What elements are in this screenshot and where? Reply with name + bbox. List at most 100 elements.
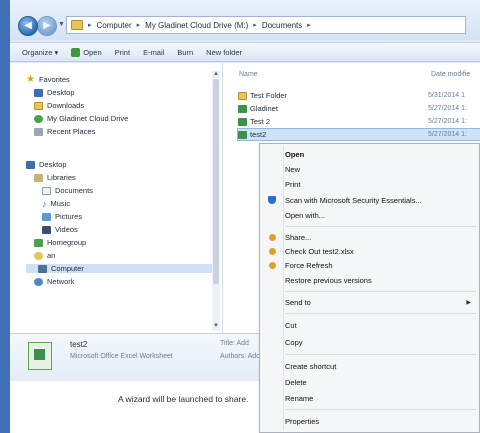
chevron-right-icon[interactable]: ▸ <box>137 21 141 29</box>
breadcrumb-computer[interactable]: Computer <box>97 21 132 30</box>
nav-gladinet-drive[interactable]: My Gladinet Cloud Drive <box>34 114 128 123</box>
nav-scrollbar[interactable]: ▲ ▼ <box>212 71 220 331</box>
details-file-name: test2 <box>70 340 88 349</box>
pictures-icon <box>42 212 51 221</box>
chevron-right-icon[interactable]: ▸ <box>253 21 257 29</box>
breadcrumb-drive[interactable]: My Gladinet Cloud Drive (M:) <box>145 21 248 30</box>
excel-icon <box>71 47 81 57</box>
scrollbar-thumb[interactable] <box>213 79 219 284</box>
menu-separator <box>286 226 476 227</box>
excel-icon <box>34 349 45 360</box>
nav-pictures[interactable]: Pictures <box>42 212 82 221</box>
nav-label: Music <box>50 199 71 208</box>
cloud-drive-icon <box>34 114 43 123</box>
nav-libraries[interactable]: Libraries <box>34 173 76 182</box>
sharepoint-icon <box>268 233 276 241</box>
menu-item-check-out[interactable]: Check Out test2.xlsx <box>260 245 479 257</box>
user-icon <box>34 251 43 260</box>
column-header-date[interactable]: Date modifie <box>431 71 470 78</box>
music-icon: ♪ <box>42 198 47 209</box>
menu-item-share[interactable]: Share... <box>260 231 479 243</box>
nav-computer[interactable]: Computer <box>26 264 212 273</box>
menu-item-force-refresh[interactable]: Force Refresh <box>260 259 479 271</box>
nav-desktop-favorite[interactable]: Desktop <box>34 88 75 97</box>
submenu-arrow-icon: ▶ <box>466 299 471 306</box>
burn-button[interactable]: Burn <box>177 48 193 57</box>
nav-label: Downloads <box>47 101 85 110</box>
nav-videos[interactable]: Videos <box>42 225 78 234</box>
homegroup-icon <box>34 238 43 247</box>
menu-item-restore[interactable]: Restore previous versions <box>260 274 479 286</box>
folder-icon <box>71 20 83 30</box>
shield-icon <box>268 196 276 204</box>
menu-item-open[interactable]: Open <box>260 148 479 160</box>
menu-item-cut[interactable]: Cut <box>260 319 479 331</box>
menu-item-copy[interactable]: Copy <box>260 336 479 348</box>
nav-label: Computer <box>51 264 84 273</box>
menu-item-print[interactable]: Print <box>260 178 479 190</box>
menu-item-new[interactable]: New <box>260 163 479 175</box>
print-button[interactable]: Print <box>115 48 130 57</box>
file-date: 5/31/2014 1 <box>428 92 465 99</box>
address-row: ◀ ▶ ▼ ▸ Computer ▸ My Gladinet Cloud Dri… <box>10 0 480 40</box>
file-row-selected[interactable]: test2 5/27/2014 1: <box>237 128 480 141</box>
nav-recent-places[interactable]: Recent Places <box>34 127 95 136</box>
nav-network[interactable]: Network <box>34 277 75 286</box>
star-icon: ★ <box>26 73 35 85</box>
file-date: 5/27/2014 1: <box>428 105 467 112</box>
menu-item-properties[interactable]: Properties <box>260 415 479 427</box>
nav-desktop[interactable]: Desktop <box>26 160 67 169</box>
computer-icon <box>38 264 47 273</box>
history-dropdown-icon[interactable]: ▼ <box>58 21 65 28</box>
nav-music[interactable]: ♪ Music <box>42 199 70 208</box>
scroll-down-icon[interactable]: ▼ <box>212 323 220 329</box>
recent-places-icon <box>34 127 43 136</box>
nav-label: Favorites <box>38 75 70 84</box>
breadcrumb-documents[interactable]: Documents <box>262 21 302 30</box>
sharepoint-icon <box>268 261 276 269</box>
back-button[interactable]: ◀ <box>18 16 38 36</box>
details-authors-field[interactable]: Authors: Add <box>220 353 260 360</box>
nav-label: My Gladinet Cloud Drive <box>47 114 129 123</box>
nav-label: Pictures <box>55 212 83 221</box>
menu-separator <box>286 291 476 292</box>
menu-item-send-to[interactable]: Send to ▶ <box>260 296 479 308</box>
file-row[interactable]: Test 2 5/27/2014 1: <box>238 116 480 127</box>
chevron-right-icon: ▸ <box>88 22 92 29</box>
forward-button[interactable]: ▶ <box>37 16 57 36</box>
open-button[interactable]: Open <box>71 47 102 57</box>
nav-label: Desktop <box>47 88 75 97</box>
menu-item-open-with[interactable]: Open with... <box>260 209 479 221</box>
file-row[interactable]: Test Folder 5/31/2014 1 <box>238 90 480 101</box>
desktop-icon <box>34 88 43 97</box>
nav-documents[interactable]: Documents <box>42 186 93 195</box>
nav-favorites[interactable]: ★ Favorites <box>26 73 70 85</box>
nav-downloads[interactable]: Downloads <box>34 101 84 110</box>
background-strip <box>0 0 10 433</box>
menu-item-rename[interactable]: Rename <box>260 392 479 404</box>
file-name: Test Folder <box>250 91 288 100</box>
menu-separator <box>286 313 476 314</box>
new-folder-button[interactable]: New folder <box>206 48 242 57</box>
column-header-name[interactable]: Name <box>239 71 258 78</box>
address-bar[interactable]: ▸ Computer ▸ My Gladinet Cloud Drive (M:… <box>66 16 466 34</box>
desktop-icon <box>26 160 35 169</box>
network-icon <box>34 277 43 286</box>
nav-homegroup[interactable]: Homegroup <box>34 238 86 247</box>
menu-item-scan[interactable]: Scan with Microsoft Security Essentials.… <box>260 194 479 206</box>
file-name: test2 <box>250 130 267 139</box>
chevron-right-icon[interactable]: ▸ <box>307 21 311 29</box>
details-title-field[interactable]: Title: Add <box>220 340 249 347</box>
details-file-type: Microsoft Office Excel Worksheet <box>70 353 173 360</box>
menu-item-delete[interactable]: Delete <box>260 376 479 388</box>
nav-user[interactable]: an <box>34 251 55 260</box>
folder-icon <box>238 91 247 100</box>
nav-label: Desktop <box>39 160 67 169</box>
scroll-up-icon[interactable]: ▲ <box>212 71 220 77</box>
file-row[interactable]: Gladinet 5/27/2014 1: <box>238 103 480 114</box>
menu-item-create-shortcut[interactable]: Create shortcut <box>260 360 479 372</box>
organize-button[interactable]: Organize ▾ <box>22 48 58 57</box>
email-button[interactable]: E-mail <box>143 48 164 57</box>
menu-separator <box>286 409 476 410</box>
file-thumbnail <box>28 342 52 370</box>
